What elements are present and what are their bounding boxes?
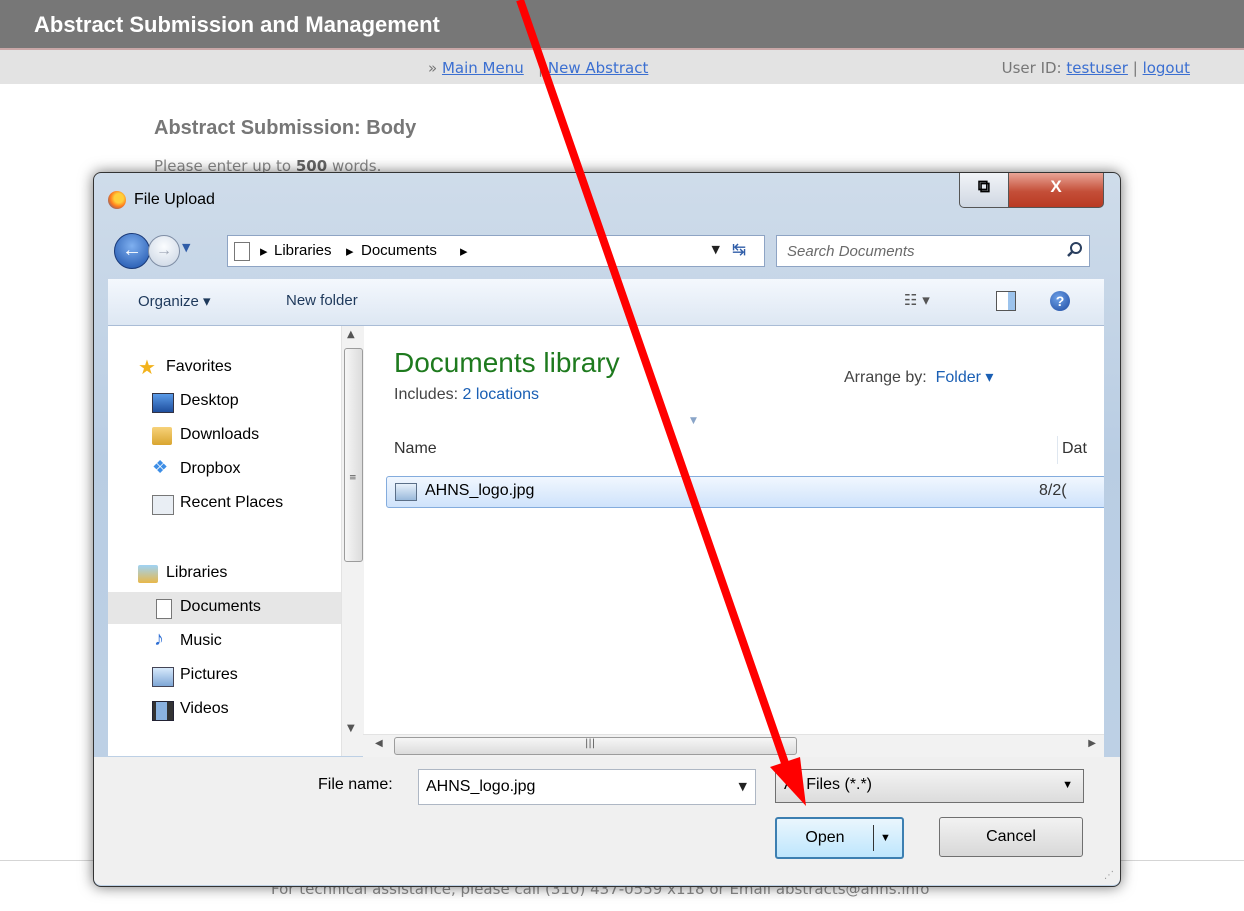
annotation-arrowhead <box>770 757 806 806</box>
annotation-arrow <box>516 0 806 806</box>
annotation-arrow-shaft <box>516 0 789 765</box>
